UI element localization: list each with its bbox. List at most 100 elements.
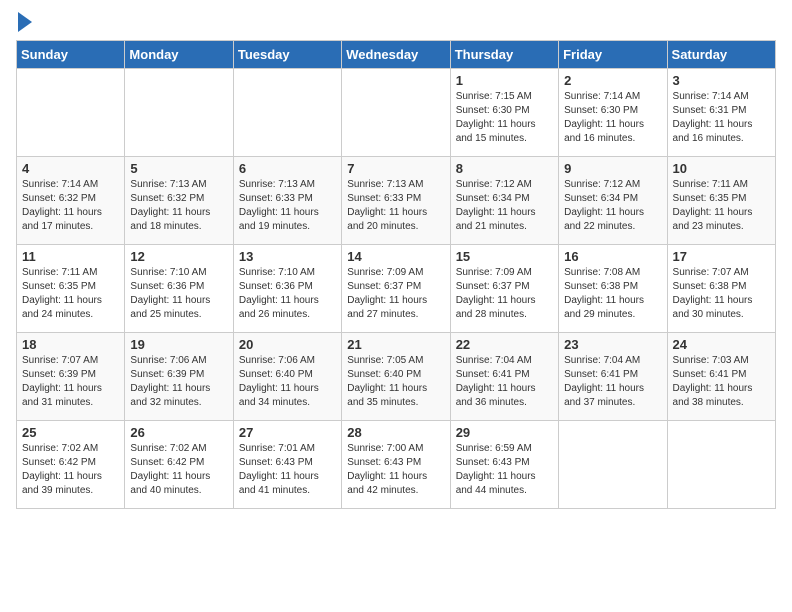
- day-info: Sunrise: 7:11 AM Sunset: 6:35 PM Dayligh…: [673, 178, 770, 234]
- weekday-header-monday: Monday: [125, 41, 233, 69]
- calendar-cell: 14 Sunrise: 7:09 AM Sunset: 6:37 PM Dayli…: [342, 245, 450, 333]
- calendar-cell: 4 Sunrise: 7:14 AM Sunset: 6:32 PM Daylig…: [17, 157, 125, 245]
- calendar-cell: 1 Sunrise: 7:15 AM Sunset: 6:30 PM Daylig…: [450, 69, 558, 157]
- day-number: 14: [347, 249, 444, 264]
- day-number: 19: [130, 337, 227, 352]
- day-info: Sunrise: 7:11 AM Sunset: 6:35 PM Dayligh…: [22, 266, 119, 322]
- calendar-cell: 21 Sunrise: 7:05 AM Sunset: 6:40 PM Dayli…: [342, 333, 450, 421]
- day-info: Sunrise: 7:13 AM Sunset: 6:33 PM Dayligh…: [239, 178, 336, 234]
- day-info: Sunrise: 7:12 AM Sunset: 6:34 PM Dayligh…: [564, 178, 661, 234]
- calendar-cell: 17 Sunrise: 7:07 AM Sunset: 6:38 PM Dayli…: [667, 245, 775, 333]
- day-info: Sunrise: 7:10 AM Sunset: 6:36 PM Dayligh…: [239, 266, 336, 322]
- calendar-cell: 8 Sunrise: 7:12 AM Sunset: 6:34 PM Daylig…: [450, 157, 558, 245]
- day-info: Sunrise: 7:14 AM Sunset: 6:32 PM Dayligh…: [22, 178, 119, 234]
- day-number: 27: [239, 425, 336, 440]
- day-number: 7: [347, 161, 444, 176]
- calendar-cell: 5 Sunrise: 7:13 AM Sunset: 6:32 PM Daylig…: [125, 157, 233, 245]
- weekday-header-thursday: Thursday: [450, 41, 558, 69]
- day-number: 15: [456, 249, 553, 264]
- day-info: Sunrise: 6:59 AM Sunset: 6:43 PM Dayligh…: [456, 442, 553, 498]
- calendar-cell: 22 Sunrise: 7:04 AM Sunset: 6:41 PM Dayli…: [450, 333, 558, 421]
- day-info: Sunrise: 7:15 AM Sunset: 6:30 PM Dayligh…: [456, 90, 553, 146]
- calendar-table: SundayMondayTuesdayWednesdayThursdayFrid…: [16, 40, 776, 509]
- calendar-cell: 10 Sunrise: 7:11 AM Sunset: 6:35 PM Dayli…: [667, 157, 775, 245]
- calendar-cell: 7 Sunrise: 7:13 AM Sunset: 6:33 PM Daylig…: [342, 157, 450, 245]
- day-number: 6: [239, 161, 336, 176]
- day-info: Sunrise: 7:02 AM Sunset: 6:42 PM Dayligh…: [130, 442, 227, 498]
- day-number: 5: [130, 161, 227, 176]
- day-number: 22: [456, 337, 553, 352]
- day-number: 3: [673, 73, 770, 88]
- day-number: 9: [564, 161, 661, 176]
- calendar-cell: 29 Sunrise: 6:59 AM Sunset: 6:43 PM Dayli…: [450, 421, 558, 509]
- calendar-cell: 26 Sunrise: 7:02 AM Sunset: 6:42 PM Dayli…: [125, 421, 233, 509]
- day-number: 1: [456, 73, 553, 88]
- day-info: Sunrise: 7:09 AM Sunset: 6:37 PM Dayligh…: [456, 266, 553, 322]
- day-number: 11: [22, 249, 119, 264]
- weekday-header-saturday: Saturday: [667, 41, 775, 69]
- calendar-cell: 27 Sunrise: 7:01 AM Sunset: 6:43 PM Dayli…: [233, 421, 341, 509]
- calendar-cell: [559, 421, 667, 509]
- calendar-cell: 13 Sunrise: 7:10 AM Sunset: 6:36 PM Dayli…: [233, 245, 341, 333]
- logo-arrow-icon: [18, 12, 32, 32]
- day-info: Sunrise: 7:01 AM Sunset: 6:43 PM Dayligh…: [239, 442, 336, 498]
- calendar-cell: 2 Sunrise: 7:14 AM Sunset: 6:30 PM Daylig…: [559, 69, 667, 157]
- calendar-cell: 6 Sunrise: 7:13 AM Sunset: 6:33 PM Daylig…: [233, 157, 341, 245]
- calendar-cell: [17, 69, 125, 157]
- calendar-cell: 18 Sunrise: 7:07 AM Sunset: 6:39 PM Dayli…: [17, 333, 125, 421]
- weekday-header-tuesday: Tuesday: [233, 41, 341, 69]
- day-number: 13: [239, 249, 336, 264]
- day-info: Sunrise: 7:10 AM Sunset: 6:36 PM Dayligh…: [130, 266, 227, 322]
- calendar-cell: 16 Sunrise: 7:08 AM Sunset: 6:38 PM Dayli…: [559, 245, 667, 333]
- calendar-cell: [342, 69, 450, 157]
- calendar-cell: 25Sunrise: 7:02 AM Sunset: 6:42 PM Dayli…: [17, 421, 125, 509]
- day-number: 10: [673, 161, 770, 176]
- day-number: 26: [130, 425, 227, 440]
- day-number: 20: [239, 337, 336, 352]
- day-info: Sunrise: 7:06 AM Sunset: 6:39 PM Dayligh…: [130, 354, 227, 410]
- calendar-cell: [233, 69, 341, 157]
- day-info: Sunrise: 7:14 AM Sunset: 6:30 PM Dayligh…: [564, 90, 661, 146]
- calendar-cell: 23 Sunrise: 7:04 AM Sunset: 6:41 PM Dayli…: [559, 333, 667, 421]
- day-number: 4: [22, 161, 119, 176]
- day-number: 17: [673, 249, 770, 264]
- day-number: 25: [22, 425, 119, 440]
- day-info: Sunrise: 7:07 AM Sunset: 6:39 PM Dayligh…: [22, 354, 119, 410]
- logo: [16, 16, 32, 32]
- calendar-cell: 11 Sunrise: 7:11 AM Sunset: 6:35 PM Dayli…: [17, 245, 125, 333]
- calendar-cell: 9 Sunrise: 7:12 AM Sunset: 6:34 PM Daylig…: [559, 157, 667, 245]
- calendar-cell: 20 Sunrise: 7:06 AM Sunset: 6:40 PM Dayli…: [233, 333, 341, 421]
- day-number: 12: [130, 249, 227, 264]
- day-number: 24: [673, 337, 770, 352]
- calendar-cell: [125, 69, 233, 157]
- day-info: Sunrise: 7:09 AM Sunset: 6:37 PM Dayligh…: [347, 266, 444, 322]
- day-number: 21: [347, 337, 444, 352]
- day-number: 2: [564, 73, 661, 88]
- day-number: 16: [564, 249, 661, 264]
- day-number: 18: [22, 337, 119, 352]
- day-info: Sunrise: 7:04 AM Sunset: 6:41 PM Dayligh…: [456, 354, 553, 410]
- day-info: Sunrise: 7:14 AM Sunset: 6:31 PM Dayligh…: [673, 90, 770, 146]
- weekday-header-friday: Friday: [559, 41, 667, 69]
- day-info: Sunrise: 7:03 AM Sunset: 6:41 PM Dayligh…: [673, 354, 770, 410]
- day-number: 23: [564, 337, 661, 352]
- calendar-cell: 12 Sunrise: 7:10 AM Sunset: 6:36 PM Dayli…: [125, 245, 233, 333]
- calendar-cell: [667, 421, 775, 509]
- page-header: [16, 16, 776, 32]
- day-info: Sunrise: 7:06 AM Sunset: 6:40 PM Dayligh…: [239, 354, 336, 410]
- weekday-header-wednesday: Wednesday: [342, 41, 450, 69]
- calendar-cell: 15 Sunrise: 7:09 AM Sunset: 6:37 PM Dayli…: [450, 245, 558, 333]
- day-info: Sunrise: 7:13 AM Sunset: 6:32 PM Dayligh…: [130, 178, 227, 234]
- calendar-cell: 28 Sunrise: 7:00 AM Sunset: 6:43 PM Dayli…: [342, 421, 450, 509]
- calendar-cell: 24 Sunrise: 7:03 AM Sunset: 6:41 PM Dayli…: [667, 333, 775, 421]
- day-number: 28: [347, 425, 444, 440]
- day-info: Sunrise: 7:00 AM Sunset: 6:43 PM Dayligh…: [347, 442, 444, 498]
- day-info: Sunrise: 7:04 AM Sunset: 6:41 PM Dayligh…: [564, 354, 661, 410]
- day-info: Sunrise: 7:08 AM Sunset: 6:38 PM Dayligh…: [564, 266, 661, 322]
- day-number: 8: [456, 161, 553, 176]
- day-info: Sunrise: 7:12 AM Sunset: 6:34 PM Dayligh…: [456, 178, 553, 234]
- day-number: 29: [456, 425, 553, 440]
- day-info: Sunrise: 7:05 AM Sunset: 6:40 PM Dayligh…: [347, 354, 444, 410]
- day-info: Sunrise: 7:07 AM Sunset: 6:38 PM Dayligh…: [673, 266, 770, 322]
- day-info: Sunrise: 7:13 AM Sunset: 6:33 PM Dayligh…: [347, 178, 444, 234]
